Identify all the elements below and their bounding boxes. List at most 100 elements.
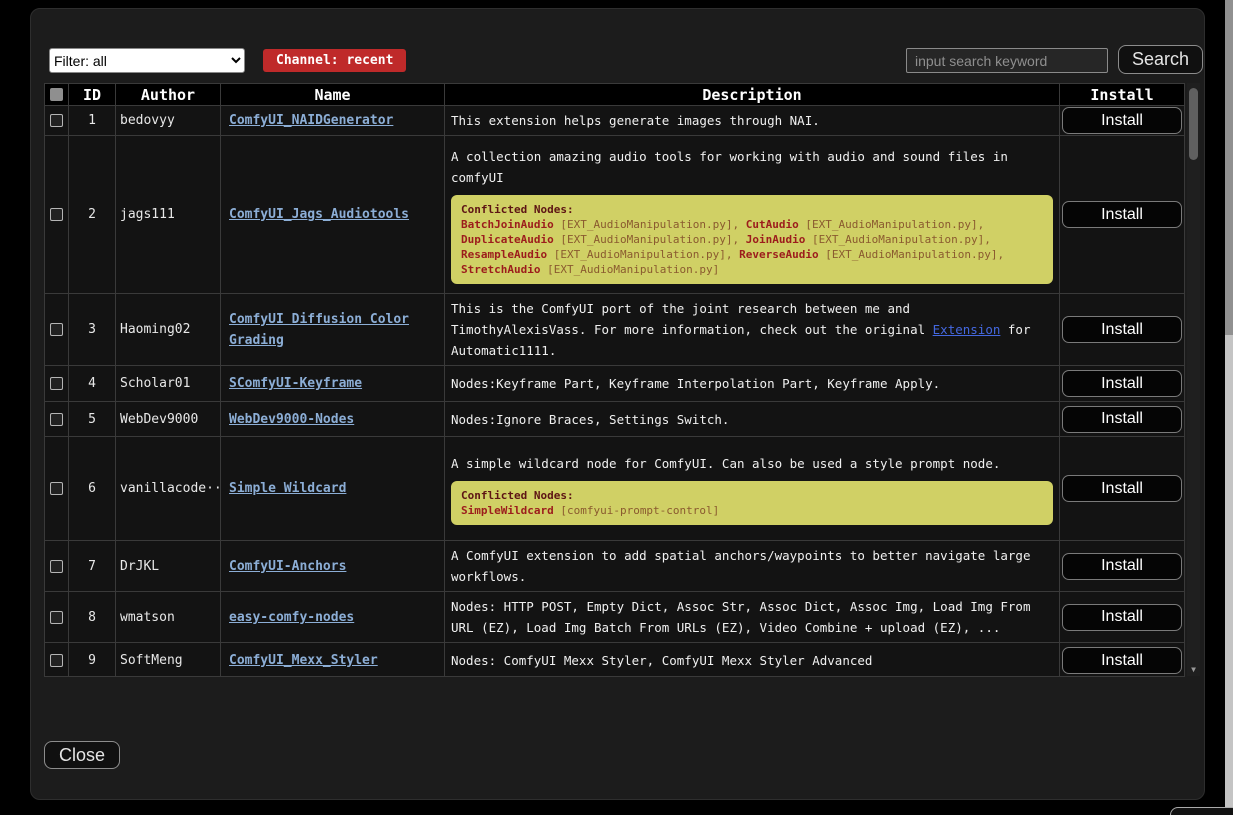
conflict-node-name: CutAudio bbox=[746, 218, 799, 231]
install-button[interactable]: Install bbox=[1062, 475, 1182, 502]
row-checkbox[interactable] bbox=[50, 482, 63, 495]
install-button[interactable]: Install bbox=[1062, 406, 1182, 433]
table-row: 9SoftMengComfyUI_Mexx_StylerNodes: Comfy… bbox=[45, 643, 1184, 676]
table-body: 1bedovyyComfyUI_NAIDGeneratorThis extens… bbox=[45, 106, 1184, 676]
row-install-cell: Install bbox=[1060, 541, 1184, 591]
row-id: 1 bbox=[69, 106, 116, 135]
conflict-node-name: ResampleAudio bbox=[461, 248, 547, 261]
row-name-cell: ComfyUI_Jags_Audiotools bbox=[221, 136, 445, 293]
row-description-cell: Nodes:Ignore Braces, Settings Switch. bbox=[445, 402, 1060, 436]
row-name-cell: ComfyUI Diffusion Color Grading bbox=[221, 294, 445, 365]
search-input[interactable] bbox=[906, 48, 1108, 73]
conflict-title: Conflicted Nodes: bbox=[461, 202, 1043, 217]
row-name-cell: Simple Wildcard bbox=[221, 437, 445, 540]
node-name-link[interactable]: SComfyUI-Keyframe bbox=[229, 373, 362, 394]
header-name: Name bbox=[221, 84, 445, 105]
row-checkbox[interactable] bbox=[50, 560, 63, 573]
page-scrollbar-thumb[interactable] bbox=[1225, 0, 1233, 335]
row-id: 3 bbox=[69, 294, 116, 365]
node-name-link[interactable]: ComfyUI_Mexx_Styler bbox=[229, 650, 378, 671]
row-checkbox[interactable] bbox=[50, 323, 63, 336]
row-name-cell: ComfyUI_Mexx_Styler bbox=[221, 643, 445, 676]
row-checkbox[interactable] bbox=[50, 654, 63, 667]
search-button[interactable]: Search bbox=[1118, 45, 1203, 74]
row-checkbox[interactable] bbox=[50, 208, 63, 221]
extension-link[interactable]: Extension bbox=[933, 322, 1001, 337]
install-button[interactable]: Install bbox=[1062, 553, 1182, 580]
row-install-cell: Install bbox=[1060, 106, 1184, 135]
description-content: Nodes:Keyframe Part, Keyframe Interpolat… bbox=[451, 373, 1053, 394]
node-name-link[interactable]: easy-comfy-nodes bbox=[229, 607, 354, 628]
page-scrollbar[interactable] bbox=[1225, 0, 1233, 815]
row-checkbox[interactable] bbox=[50, 114, 63, 127]
row-checkbox-cell bbox=[45, 437, 69, 540]
row-name-cell: ComfyUI-Anchors bbox=[221, 541, 445, 591]
row-author: SoftMeng bbox=[116, 643, 221, 676]
row-description-cell: Nodes:Keyframe Part, Keyframe Interpolat… bbox=[445, 366, 1060, 401]
install-button[interactable]: Install bbox=[1062, 604, 1182, 631]
table-scrollbar[interactable]: ▼ bbox=[1187, 83, 1200, 676]
table-scrollbar-thumb[interactable] bbox=[1189, 88, 1198, 160]
row-install-cell: Install bbox=[1060, 437, 1184, 540]
scroll-down-arrow-icon[interactable]: ▼ bbox=[1187, 665, 1200, 674]
row-checkbox[interactable] bbox=[50, 413, 63, 426]
row-checkbox[interactable] bbox=[50, 377, 63, 390]
row-description-cell: A collection amazing audio tools for wor… bbox=[445, 136, 1060, 293]
row-install-cell: Install bbox=[1060, 136, 1184, 293]
install-button[interactable]: Install bbox=[1062, 107, 1182, 134]
conflict-node-source: [EXT_AudioManipulation.py] bbox=[560, 233, 732, 246]
conflict-node-source: [EXT_AudioManipulation.py] bbox=[560, 218, 732, 231]
row-id: 5 bbox=[69, 402, 116, 436]
conflict-node-name: DuplicateAudio bbox=[461, 233, 554, 246]
description-text: A simple wildcard node for ComfyUI. Can … bbox=[451, 453, 1053, 474]
close-button[interactable]: Close bbox=[44, 741, 120, 769]
row-id: 8 bbox=[69, 592, 116, 642]
filter-dropdown[interactable]: Filter: all bbox=[49, 48, 245, 73]
node-name-link[interactable]: ComfyUI_Jags_Audiotools bbox=[229, 204, 409, 225]
install-button[interactable]: Install bbox=[1062, 316, 1182, 343]
table-header: ID Author Name Description Install bbox=[45, 84, 1184, 106]
conflict-node-name: BatchJoinAudio bbox=[461, 218, 554, 231]
description-text: A collection amazing audio tools for wor… bbox=[451, 146, 1053, 188]
conflict-node-name: ReverseAudio bbox=[739, 248, 818, 261]
table-row: 6vanillacode···Simple WildcardA simple w… bbox=[45, 437, 1184, 541]
node-name-link[interactable]: ComfyUI_NAIDGenerator bbox=[229, 110, 393, 131]
header-id: ID bbox=[69, 84, 116, 105]
conflict-title: Conflicted Nodes: bbox=[461, 488, 1043, 503]
row-name-cell: ComfyUI_NAIDGenerator bbox=[221, 106, 445, 135]
row-name-cell: WebDev9000-Nodes bbox=[221, 402, 445, 436]
install-button[interactable]: Install bbox=[1062, 201, 1182, 228]
row-checkbox[interactable] bbox=[50, 611, 63, 624]
description-text: Nodes: HTTP POST, Empty Dict, Assoc Str,… bbox=[451, 596, 1053, 638]
node-name-link[interactable]: Simple Wildcard bbox=[229, 478, 346, 499]
row-author: wmatson bbox=[116, 592, 221, 642]
conflict-node-source: [comfyui-prompt-control] bbox=[560, 504, 719, 517]
conflict-warning-box: Conflicted Nodes:BatchJoinAudio [EXT_Aud… bbox=[451, 195, 1053, 284]
row-install-cell: Install bbox=[1060, 294, 1184, 365]
select-all-checkbox[interactable] bbox=[50, 88, 63, 101]
row-checkbox-cell bbox=[45, 541, 69, 591]
description-content: Nodes:Ignore Braces, Settings Switch. bbox=[451, 409, 1053, 430]
description-content: A simple wildcard node for ComfyUI. Can … bbox=[451, 453, 1053, 525]
node-name-link[interactable]: ComfyUI-Anchors bbox=[229, 556, 346, 577]
row-checkbox-cell bbox=[45, 592, 69, 642]
description-content: This extension helps generate images thr… bbox=[451, 110, 1053, 131]
conflict-node-source: [EXT_AudioManipulation.py] bbox=[554, 248, 726, 261]
row-install-cell: Install bbox=[1060, 643, 1184, 676]
table-row: 3Haoming02ComfyUI Diffusion Color Gradin… bbox=[45, 294, 1184, 366]
install-button[interactable]: Install bbox=[1062, 647, 1182, 674]
custom-nodes-dialog: Filter: all Channel: recent Search ID Au… bbox=[30, 8, 1205, 800]
row-id: 4 bbox=[69, 366, 116, 401]
description-text: This extension helps generate images thr… bbox=[451, 110, 1053, 131]
node-name-link[interactable]: WebDev9000-Nodes bbox=[229, 409, 354, 430]
description-content: A collection amazing audio tools for wor… bbox=[451, 146, 1053, 284]
row-checkbox-cell bbox=[45, 136, 69, 293]
install-button[interactable]: Install bbox=[1062, 370, 1182, 397]
description-text: Nodes:Ignore Braces, Settings Switch. bbox=[451, 409, 1053, 430]
row-install-cell: Install bbox=[1060, 402, 1184, 436]
row-checkbox-cell bbox=[45, 366, 69, 401]
partial-corner-button[interactable] bbox=[1170, 807, 1233, 815]
conflict-warning-box: Conflicted Nodes:SimpleWildcard [comfyui… bbox=[451, 481, 1053, 525]
node-name-link[interactable]: ComfyUI Diffusion Color Grading bbox=[229, 309, 436, 351]
header-checkbox-cell bbox=[45, 84, 69, 105]
